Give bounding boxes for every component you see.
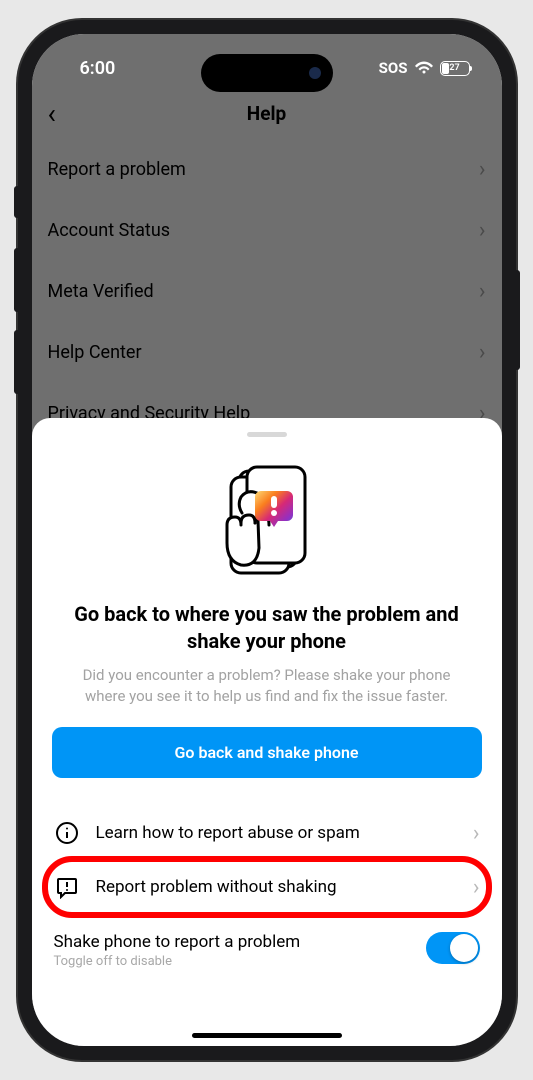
page-title: Help [247, 102, 286, 125]
report-without-shaking-row[interactable]: Report problem without shaking › [52, 860, 482, 914]
chevron-right-icon: › [473, 875, 480, 900]
sos-indicator: SOS [379, 59, 408, 77]
list-item[interactable]: Account Status› [48, 200, 486, 261]
sheet-subtitle: Did you encounter a problem? Please shak… [52, 655, 482, 727]
option-label: Report problem without shaking [96, 877, 457, 897]
info-icon [54, 820, 80, 846]
alert-bubble-icon [54, 874, 80, 900]
chevron-right-icon: › [479, 218, 486, 243]
home-indicator[interactable] [192, 1033, 342, 1038]
toggle-title: Shake phone to report a problem [54, 932, 301, 952]
chevron-right-icon: › [473, 821, 480, 846]
list-item[interactable]: Meta Verified› [48, 261, 486, 322]
bottom-sheet: Go back to where you saw the problem and… [32, 418, 502, 1046]
list-item[interactable]: Report a problem› [48, 139, 486, 200]
go-back-shake-button[interactable]: Go back and shake phone [52, 727, 482, 778]
toggle-subtitle: Toggle off to disable [54, 954, 301, 969]
back-button[interactable]: ‹ [48, 97, 56, 130]
option-label: Learn how to report abuse or spam [96, 823, 457, 843]
shake-toggle-switch[interactable] [426, 932, 480, 964]
sheet-title: Go back to where you saw the problem and… [52, 601, 482, 655]
sheet-grabber[interactable] [247, 432, 287, 437]
chevron-right-icon: › [479, 340, 486, 365]
wifi-icon [415, 61, 433, 75]
shake-toggle-row: Shake phone to report a problem Toggle o… [52, 914, 482, 969]
header-bar: ‹ Help [32, 88, 502, 139]
chevron-right-icon: › [479, 157, 486, 182]
chevron-right-icon: › [479, 279, 486, 304]
status-time: 6:00 [80, 58, 116, 79]
dynamic-island [201, 54, 333, 92]
shake-phone-illustration [197, 463, 337, 583]
list-item[interactable]: Help Center› [48, 322, 486, 383]
help-menu-list: Report a problem› Account Status› Meta V… [32, 139, 502, 444]
battery-icon: 27 [440, 61, 470, 76]
learn-report-abuse-row[interactable]: Learn how to report abuse or spam › [52, 806, 482, 860]
